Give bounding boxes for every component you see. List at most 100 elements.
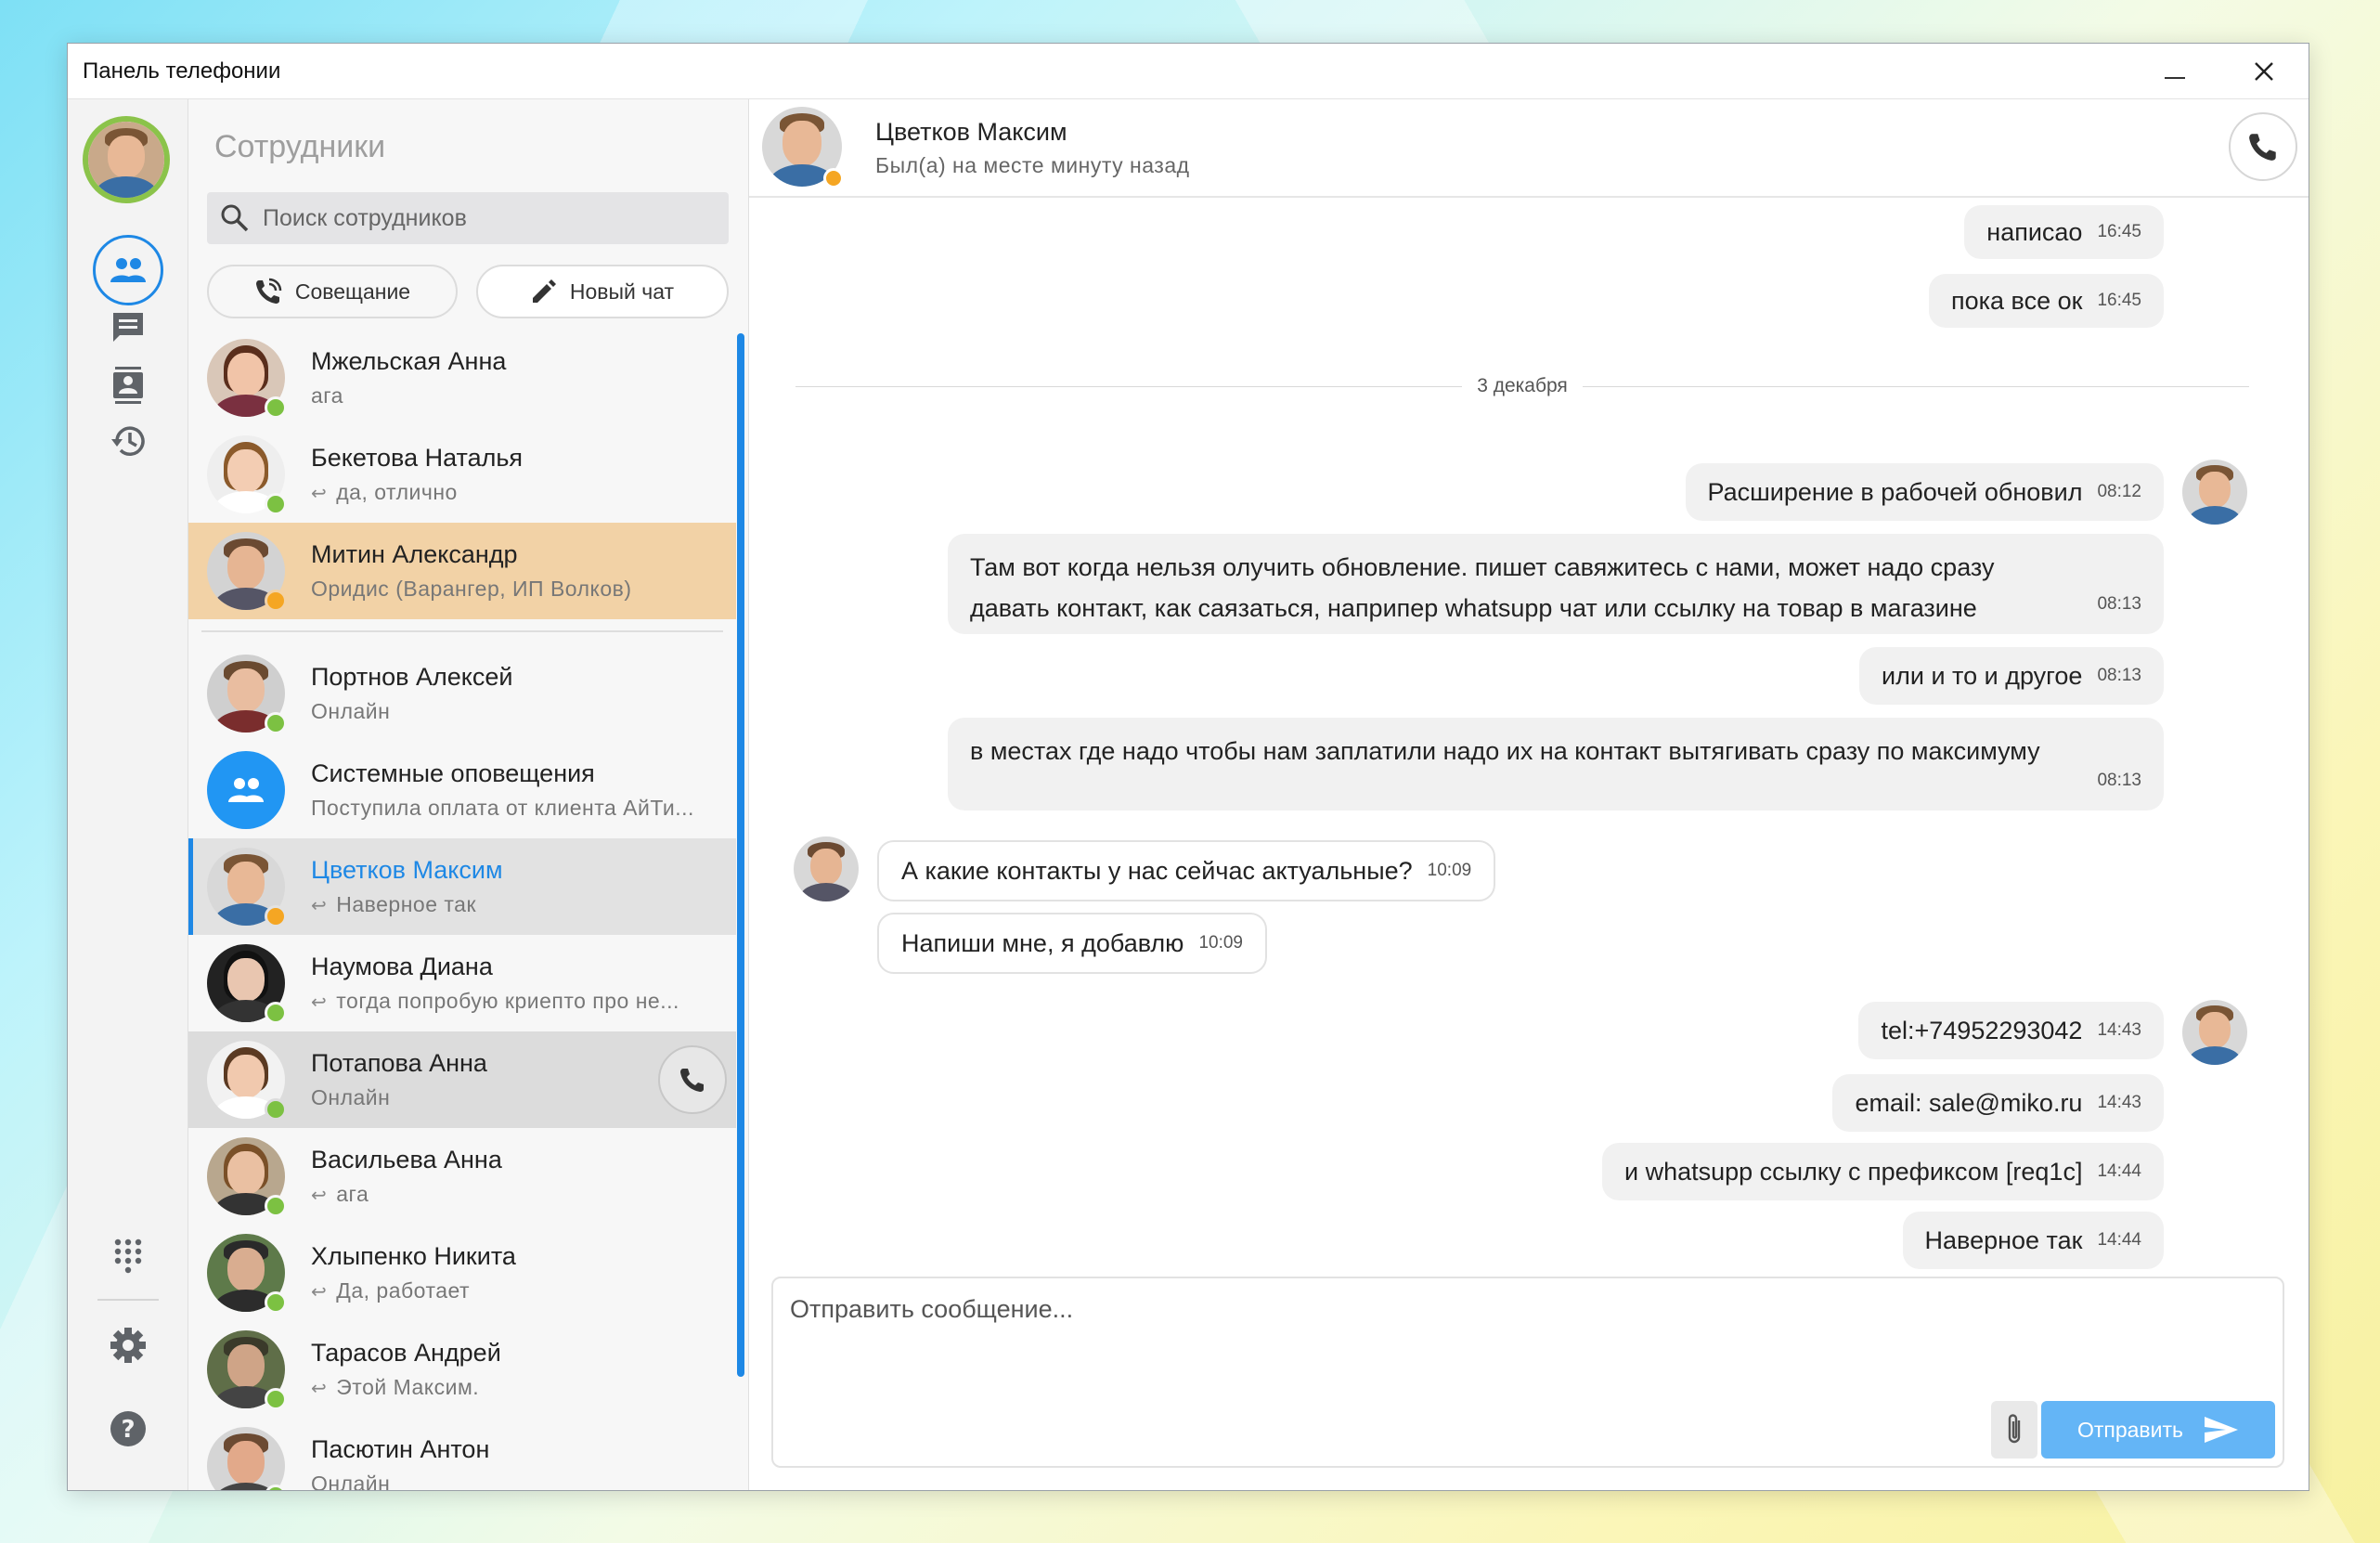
message-time: 10:09 (1427, 861, 1472, 880)
nav-history[interactable] (91, 404, 165, 478)
contact-name: Бекетова Наталья (311, 444, 524, 472)
settings-button[interactable] (91, 1308, 165, 1382)
message-bubble-incoming[interactable]: А какие контакты у нас сейчас актуальные… (877, 840, 1496, 901)
message-bubble-outgoing[interactable]: и whatsupp ссылку с префиксом [req1c] 14:… (1602, 1143, 2164, 1200)
message-time: 14:43 (2097, 1020, 2141, 1040)
reply-icon: ↩ (311, 896, 328, 916)
contact-name: Системные оповещения (311, 759, 595, 787)
people-icon (228, 778, 264, 802)
meeting-button[interactable]: Совещание (207, 265, 458, 318)
avatar (207, 655, 287, 734)
contact-name: Тарасов Андрей (311, 1339, 501, 1367)
message-list: написао 16:45 пока все ок 16:45 3 декабря … (749, 198, 2309, 1295)
message-bubble-outgoing[interactable]: Расширение в рабочей обновил 08:12 (1685, 463, 2164, 521)
help-icon: ? (110, 1411, 146, 1446)
message-time: 08:13 (2097, 771, 2141, 790)
avatar (207, 1427, 287, 1490)
contact-message-avatar (794, 836, 859, 901)
message-bubble-outgoing[interactable]: в местах где надо чтобы нам заплатили на… (948, 718, 2164, 810)
paperclip-icon (2008, 1414, 2021, 1444)
status-away-dot (265, 905, 287, 927)
my-avatar[interactable] (83, 116, 170, 203)
message-bubble-outgoing[interactable]: email: sale@miko.ru 14:43 (1832, 1074, 2164, 1132)
contact-list-scrollbar[interactable] (737, 333, 744, 1377)
message-bubble-outgoing[interactable]: пока все ок 16:45 (1929, 274, 2164, 328)
status-online-dot (265, 1098, 287, 1121)
message-input[interactable] (773, 1278, 2283, 1408)
chat-icon (113, 313, 143, 342)
close-button[interactable] (2219, 44, 2309, 99)
call-button[interactable] (2229, 112, 2297, 181)
message-time: 14:44 (2097, 1230, 2141, 1250)
contact-item[interactable]: Цветков Максим ↩ Наверное так (188, 838, 736, 935)
minimize-button[interactable] (2130, 44, 2219, 99)
reply-icon: ↩ (311, 484, 328, 504)
call-contact-button[interactable] (658, 1045, 727, 1114)
contact-last-message: Да, работает (336, 1278, 471, 1303)
contact-name: Наумова Диана (311, 953, 493, 980)
message-text: пока все ок (1951, 286, 2083, 315)
message-bubble-outgoing[interactable]: или и то и другое 08:13 (1859, 647, 2164, 705)
chat-panel: Цветков Максим Был(а) на месте минуту на… (749, 99, 2309, 1490)
pencil-icon (532, 279, 556, 303)
message-bubble-outgoing[interactable]: Наверное так 14:44 (1902, 1212, 2164, 1269)
my-message-avatar (2182, 1000, 2247, 1065)
contact-last-message: Оридис (Варангер, ИП Волков) (311, 577, 632, 601)
avatar (207, 435, 287, 515)
contact-item[interactable]: Потапова Анна Онлайн (188, 1031, 736, 1128)
reply-icon: ↩ (311, 1282, 328, 1303)
history-icon (111, 426, 145, 456)
send-button[interactable]: Отправить (2041, 1401, 2275, 1459)
dialpad-button[interactable] (91, 1219, 165, 1293)
window-title: Панель телефонии (83, 58, 281, 84)
send-icon (2205, 1417, 2239, 1443)
rail-divider (97, 1299, 159, 1301)
avatar (207, 848, 287, 927)
contact-item[interactable]: Наумова Диана ↩ тогда попробую криепто про… (188, 935, 736, 1031)
attach-button[interactable] (1991, 1401, 2037, 1459)
help-button[interactable]: ? (91, 1392, 165, 1466)
status-online-dot (265, 1388, 287, 1410)
contact-item[interactable]: Васильева Анна ↩ ага (188, 1128, 736, 1225)
status-online-dot (265, 396, 287, 419)
message-time: 14:43 (2097, 1093, 2141, 1112)
message-text: Напиши мне, я добавлю (901, 928, 1184, 957)
message-bubble-outgoing[interactable]: Там вот когда нельзя олучить обновление.… (948, 534, 2164, 634)
status-online-dot (265, 1195, 287, 1217)
message-time: 08:13 (2097, 594, 2141, 614)
contact-item[interactable]: Тарасов Андрей ↩ Этой Максим. (188, 1321, 736, 1418)
reply-icon: ↩ (311, 992, 328, 1013)
chat-contact-status: Был(а) на месте минуту назад (875, 153, 1190, 177)
contact-item[interactable]: Портнов Алексей Онлайн (188, 645, 736, 742)
contact-last-message: Онлайн (311, 1472, 391, 1490)
avatar (207, 1234, 287, 1314)
message-bubble-incoming[interactable]: Напиши мне, я добавлю 10:09 (877, 913, 1267, 974)
contact-last-message: ага (336, 1182, 369, 1206)
contact-item[interactable]: Хлыпенко Никита ↩ Да, работает (188, 1225, 736, 1321)
contact-item[interactable]: Системные оповещения Поступила оплата от … (188, 742, 736, 838)
contact-item[interactable]: Пасютин Антон Онлайн (188, 1418, 736, 1490)
people-icon (110, 258, 146, 282)
message-bubble-outgoing[interactable]: написао 16:45 (1964, 205, 2164, 259)
message-text: написао (1986, 217, 2083, 246)
search-input[interactable]: Поиск сотрудников (207, 192, 729, 244)
message-text: или и то и другое (1882, 661, 2083, 690)
message-bubble-outgoing[interactable]: tel:+74952293042 14:43 (1858, 1002, 2164, 1059)
message-composer: Отправить (771, 1277, 2284, 1468)
system-avatar (207, 751, 285, 829)
message-text: Расширение в рабочей обновил (1707, 477, 2083, 506)
contact-last-message: Этой Максим. (336, 1375, 480, 1399)
new-chat-button[interactable]: Новый чат (476, 265, 729, 318)
close-icon (2255, 62, 2273, 81)
avatar (207, 339, 287, 419)
contact-item[interactable]: Мжельская Анна ага (188, 330, 736, 426)
reply-icon: ↩ (311, 1379, 328, 1399)
contact-item[interactable]: Бекетова Наталья ↩ да, отлично (188, 426, 736, 523)
chat-contact-name: Цветков Максим (875, 118, 1067, 146)
contact-item[interactable]: Митин Александр Оридис (Варангер, ИП Волк… (188, 523, 736, 619)
phone-icon (680, 1069, 704, 1092)
contact-name: Хлыпенко Никита (311, 1242, 516, 1270)
contact-list: Мжельская Анна ага Бекетова Наталья ↩ да, о… (188, 330, 736, 1490)
avatar (207, 944, 287, 1024)
status-online-dot (265, 1002, 287, 1024)
